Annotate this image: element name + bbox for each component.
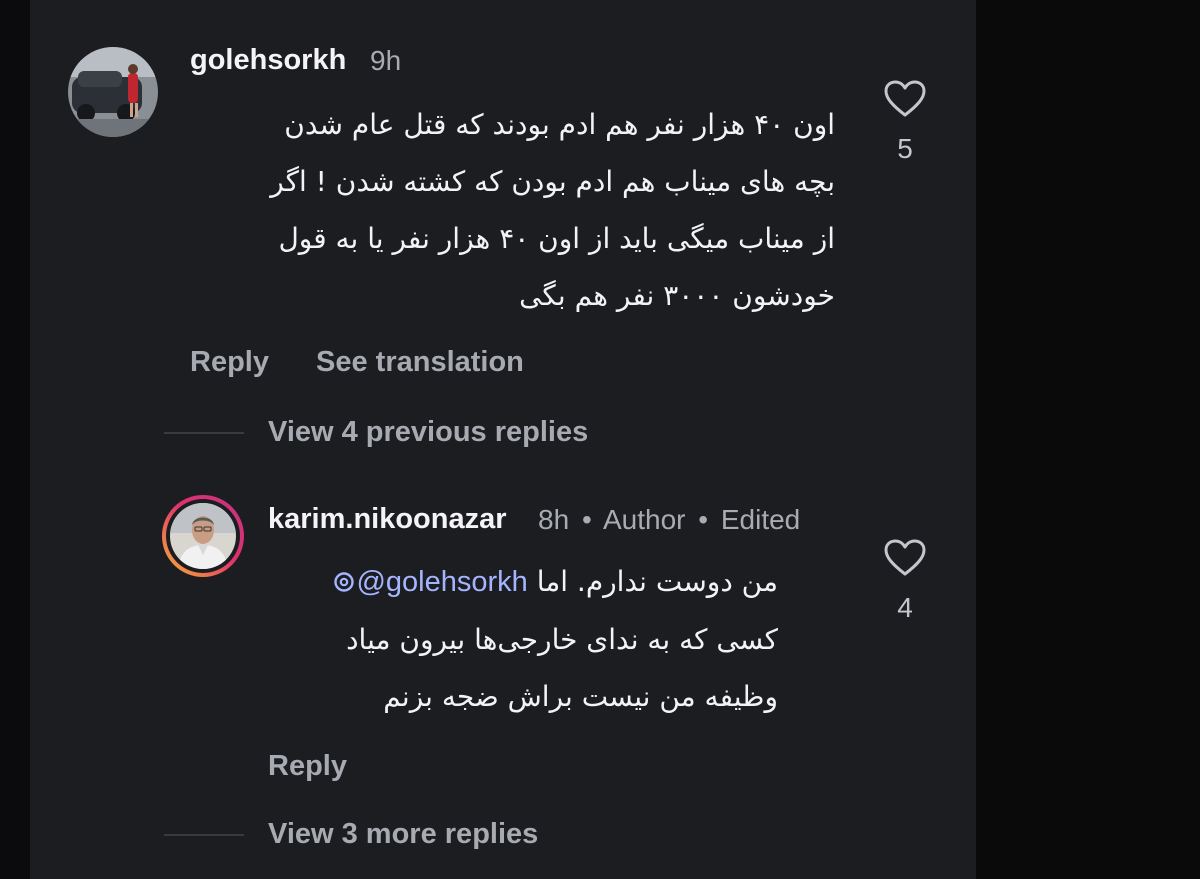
- like-count: 4: [897, 592, 913, 623]
- right-backdrop: [976, 0, 1200, 879]
- screen: golehsorkh 9h اون ۴۰ هزار نفر هم ادم بود…: [0, 0, 1200, 879]
- like-heart-icon[interactable]: [884, 80, 926, 118]
- reply-line: وظیفه من نیست براش ضجه بزنم: [383, 680, 778, 713]
- avatar-karim-nikoonazar[interactable]: [162, 495, 244, 577]
- mention-text: @golehsorkh: [356, 566, 528, 598]
- see-translation-button[interactable]: See translation: [316, 346, 524, 379]
- avatar-golehsorkh[interactable]: [68, 47, 158, 137]
- left-backdrop: [0, 0, 30, 879]
- reply-button[interactable]: Reply: [190, 346, 269, 379]
- comment-username[interactable]: golehsorkh: [190, 44, 346, 77]
- reply-meta: 8h • Author • Edited: [538, 504, 800, 536]
- comment-line: اون ۴۰ هزار نفر هم ادم بودند که قتل عام …: [284, 108, 835, 141]
- view-more-replies-button[interactable]: View 3 more replies: [268, 818, 538, 851]
- comment-time: 9h: [370, 45, 402, 76]
- comment-line: خودشون ۳۰۰۰ نفر هم بگی: [519, 279, 835, 312]
- comment-line: از میناب میگی باید از اون ۴۰ هزار نفر یا…: [278, 222, 835, 255]
- like-heart-icon[interactable]: [884, 539, 926, 577]
- reply-button[interactable]: Reply: [268, 750, 347, 783]
- avatar-photo-portrait: [170, 503, 236, 569]
- like-count: 5: [897, 133, 913, 164]
- avatar-photo-car: [68, 47, 158, 137]
- mention-link[interactable]: @golehsorkh: [333, 566, 528, 598]
- reply-line-text: من دوست ندارم. اما: [536, 565, 778, 598]
- threads-at-icon: [334, 572, 355, 592]
- reply-body: من دوست ندارم. اما @golehsorkh کسی که به…: [258, 553, 778, 725]
- meta-separator: •: [581, 504, 592, 535]
- thread-divider: [164, 834, 244, 836]
- reply-time: 8h: [538, 504, 570, 535]
- thread-divider: [164, 432, 244, 434]
- view-previous-replies-button[interactable]: View 4 previous replies: [268, 416, 588, 449]
- comment-line: بچه های میناب هم ادم بودن که کشته شدن ! …: [270, 165, 835, 198]
- reply-username[interactable]: karim.nikoonazar: [268, 503, 507, 536]
- reply-line: کسی که به ندای خارجی‌ها بیرون میاد: [346, 623, 778, 656]
- edited-label: Edited: [720, 504, 801, 535]
- author-badge: Author: [602, 504, 686, 535]
- meta-separator: •: [698, 504, 709, 535]
- reply-line-with-mention: من دوست ندارم. اما @golehsorkh: [258, 553, 778, 611]
- comment-body: اون ۴۰ هزار نفر هم ادم بودند که قتل عام …: [180, 96, 835, 324]
